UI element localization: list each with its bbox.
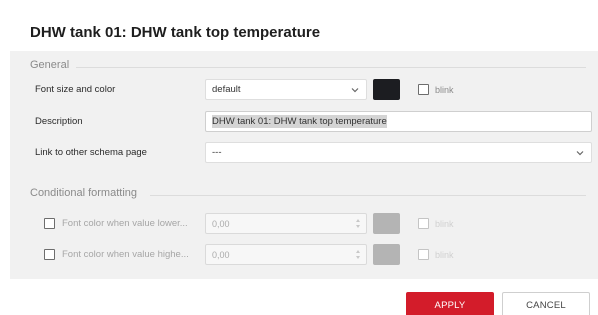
link-schema-page-label: Link to other schema page bbox=[35, 147, 147, 158]
dialog: DHW tank 01: DHW tank top temperature Ge… bbox=[0, 0, 598, 315]
link-schema-page-value: --- bbox=[212, 147, 222, 158]
lower-value-label: Font color when value lower... bbox=[62, 218, 188, 229]
lower-value-input[interactable]: 0,00 bbox=[205, 213, 367, 234]
description-input[interactable]: DHW tank 01: DHW tank top temperature bbox=[205, 111, 592, 132]
higher-color-swatch[interactable] bbox=[373, 244, 400, 265]
general-section-legend: General bbox=[30, 59, 70, 71]
font-size-color-label: Font size and color bbox=[35, 84, 116, 95]
font-color-swatch[interactable] bbox=[373, 79, 400, 100]
lower-color-swatch[interactable] bbox=[373, 213, 400, 234]
font-size-value: default bbox=[212, 84, 241, 95]
dialog-title: DHW tank 01: DHW tank top temperature bbox=[30, 24, 321, 41]
settings-panel: General Font size and color default blin… bbox=[10, 51, 598, 279]
spinner-icon[interactable] bbox=[356, 250, 360, 259]
higher-value-checkbox[interactable] bbox=[44, 249, 55, 260]
general-section-divider bbox=[76, 67, 586, 68]
lower-blink-label: blink bbox=[435, 219, 454, 229]
blink-label: blink bbox=[435, 85, 454, 95]
higher-value-number: 0,00 bbox=[212, 249, 230, 260]
conditional-section-divider bbox=[150, 195, 586, 196]
chevron-down-icon bbox=[575, 148, 585, 158]
spinner-icon[interactable] bbox=[356, 219, 360, 228]
blink-checkbox[interactable] bbox=[418, 84, 429, 95]
lower-value-number: 0,00 bbox=[212, 218, 230, 229]
link-schema-page-select[interactable]: --- bbox=[205, 142, 592, 163]
conditional-formatting-legend: Conditional formatting bbox=[30, 187, 138, 199]
higher-blink-checkbox[interactable] bbox=[418, 249, 429, 260]
higher-value-label: Font color when value highe... bbox=[62, 249, 189, 260]
font-size-select[interactable]: default bbox=[205, 79, 367, 100]
apply-button[interactable]: APPLY bbox=[406, 292, 494, 315]
cancel-button[interactable]: CANCEL bbox=[502, 292, 590, 315]
description-label: Description bbox=[35, 116, 83, 127]
description-value: DHW tank 01: DHW tank top temperature bbox=[212, 115, 387, 128]
lower-blink-checkbox[interactable] bbox=[418, 218, 429, 229]
higher-blink-label: blink bbox=[435, 250, 454, 260]
lower-value-checkbox[interactable] bbox=[44, 218, 55, 229]
chevron-down-icon bbox=[350, 85, 360, 95]
higher-value-input[interactable]: 0,00 bbox=[205, 244, 367, 265]
